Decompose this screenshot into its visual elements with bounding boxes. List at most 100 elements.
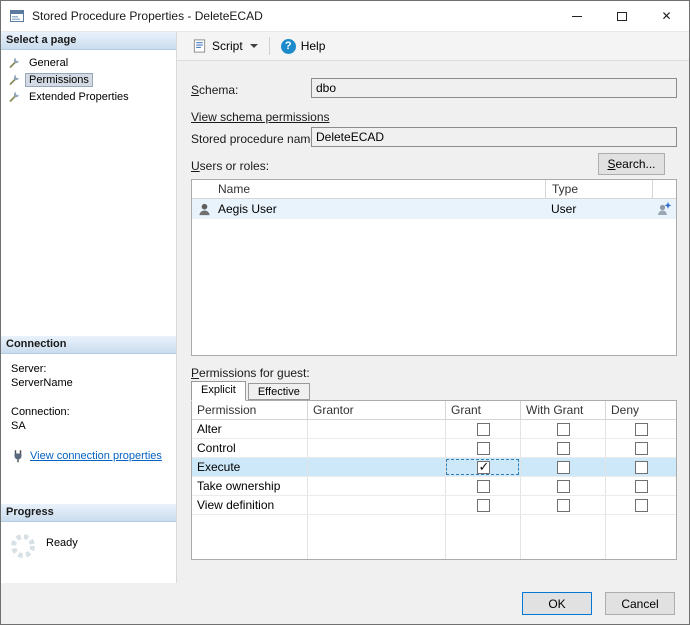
chevron-down-icon xyxy=(249,44,258,48)
sidebar-item-label: Permissions xyxy=(25,72,93,87)
properties-page-icon xyxy=(8,90,21,103)
deny-checkbox[interactable] xyxy=(634,498,648,512)
users-or-roles-label: Users or roles: xyxy=(191,159,270,173)
permission-name: View definition xyxy=(197,498,275,512)
column-header-grantor: Grantor xyxy=(307,401,445,419)
server-value: ServerName xyxy=(11,377,73,389)
column-header-permission: Permission xyxy=(197,403,257,417)
grant-checkbox[interactable] xyxy=(476,422,490,436)
main-panel: Script Help Schema: View schema permissi… xyxy=(177,32,689,583)
grant-checkbox[interactable] xyxy=(476,441,490,455)
with-grant-checkbox[interactable] xyxy=(556,422,570,436)
help-button[interactable]: Help xyxy=(275,36,332,57)
permission-name: Take ownership xyxy=(197,479,281,493)
connection-properties-icon xyxy=(11,449,25,463)
grant-checkbox[interactable] xyxy=(476,459,490,475)
progress-status: Ready xyxy=(46,537,78,549)
user-type: User xyxy=(551,202,577,216)
search-button-label: Search... xyxy=(607,157,656,171)
column-header-blank xyxy=(652,180,676,198)
properties-page-icon xyxy=(8,73,21,86)
content-area: Schema: View schema permissions Stored p… xyxy=(177,61,689,583)
progress-spinner-icon xyxy=(9,532,37,560)
schema-label: Schema: xyxy=(191,83,239,97)
sidebar-item-general[interactable]: General xyxy=(1,54,176,71)
sidebar-item-extended-properties[interactable]: Extended Properties xyxy=(1,88,176,105)
permission-grantor xyxy=(307,439,445,457)
permission-row-take-ownership[interactable]: Take ownership xyxy=(192,477,676,496)
sidebar-item-permissions[interactable]: Permissions xyxy=(1,71,176,88)
script-button[interactable]: Script xyxy=(186,35,264,57)
permissions-for-guest-label: Permissions for guest: xyxy=(191,366,310,380)
permission-row-control[interactable]: Control xyxy=(192,439,676,458)
connection-header: Connection xyxy=(1,336,176,354)
connection-label: Connection: xyxy=(11,406,70,418)
close-button[interactable] xyxy=(644,1,689,31)
ok-button[interactable]: OK xyxy=(522,592,592,615)
help-icon xyxy=(280,38,296,54)
progress-panel: Ready xyxy=(1,522,176,583)
page-list: General Permissions Extended Properties xyxy=(1,50,176,336)
permission-row-alter[interactable]: Alter xyxy=(192,420,676,439)
column-header-grant: Grant xyxy=(445,401,520,419)
with-grant-checkbox[interactable] xyxy=(556,441,570,455)
view-connection-properties-link[interactable]: View connection properties xyxy=(30,450,162,463)
tab-effective[interactable]: Effective xyxy=(247,383,310,400)
permission-row-execute[interactable]: Execute xyxy=(192,458,676,477)
permissions-table-empty-area xyxy=(192,515,676,559)
column-header-with-grant: With Grant xyxy=(520,401,605,419)
toolbar: Script Help xyxy=(177,32,689,61)
grant-checkbox[interactable] xyxy=(476,498,490,512)
stored-procedure-name-input[interactable] xyxy=(311,127,677,147)
permissions-table-header: Permission Grantor Grant With Grant Deny xyxy=(192,401,676,420)
with-grant-checkbox[interactable] xyxy=(556,479,570,493)
minimize-button[interactable] xyxy=(554,1,599,31)
user-icon xyxy=(192,202,216,217)
with-grant-checkbox[interactable] xyxy=(556,498,570,512)
permission-name: Execute xyxy=(197,460,241,474)
sidebar-item-label: General xyxy=(29,56,69,69)
sidebar: Select a page General Permissions Extend… xyxy=(1,32,177,583)
deny-checkbox[interactable] xyxy=(634,422,648,436)
permission-grantor xyxy=(307,477,445,495)
users-or-roles-table: Name Type Aegis User User xyxy=(191,179,677,356)
progress-header: Progress xyxy=(1,504,176,522)
select-a-page-header: Select a page xyxy=(1,32,176,50)
app-icon xyxy=(9,8,25,24)
cancel-button[interactable]: Cancel xyxy=(605,592,675,615)
stored-procedure-properties-dialog: Stored Procedure Properties - DeleteECAD… xyxy=(0,0,690,625)
permission-name: Control xyxy=(197,441,236,455)
permission-row-view-definition[interactable]: View definition xyxy=(192,496,676,515)
titlebar: Stored Procedure Properties - DeleteECAD xyxy=(1,1,689,32)
grant-checkbox[interactable] xyxy=(476,479,490,493)
toolbar-separator xyxy=(268,37,270,55)
permission-grantor xyxy=(307,458,445,476)
window-title: Stored Procedure Properties - DeleteECAD xyxy=(32,9,263,23)
tab-explicit[interactable]: Explicit xyxy=(191,381,246,401)
column-header-name: Name xyxy=(218,182,251,196)
maximize-icon xyxy=(616,11,627,21)
deny-checkbox[interactable] xyxy=(634,441,648,455)
script-icon xyxy=(192,38,207,54)
user-name: Aegis User xyxy=(218,202,277,216)
user-row[interactable]: Aegis User User xyxy=(192,199,676,219)
maximize-button[interactable] xyxy=(599,1,644,31)
script-button-label: Script xyxy=(212,39,243,53)
deny-checkbox[interactable] xyxy=(634,479,648,493)
permission-name: Alter xyxy=(197,422,222,436)
view-schema-permissions-link[interactable]: View schema permissions xyxy=(191,110,330,124)
connection-value: SA xyxy=(11,420,26,432)
sidebar-item-label: Extended Properties xyxy=(29,90,129,103)
column-header-deny: Deny xyxy=(605,401,676,419)
minimize-icon xyxy=(571,15,582,17)
properties-page-icon xyxy=(8,56,21,69)
permissions-table: Permission Grantor Grant With Grant Deny… xyxy=(191,400,677,560)
connection-info: Server: ServerName Connection: SA View c… xyxy=(1,354,176,504)
column-header-type: Type xyxy=(545,180,652,198)
with-grant-checkbox[interactable] xyxy=(556,460,570,474)
help-button-label: Help xyxy=(300,39,326,53)
schema-input[interactable] xyxy=(311,78,677,98)
deny-checkbox[interactable] xyxy=(634,460,648,474)
dialog-footer: OK Cancel xyxy=(1,583,689,624)
search-button[interactable]: Search... xyxy=(598,153,665,175)
